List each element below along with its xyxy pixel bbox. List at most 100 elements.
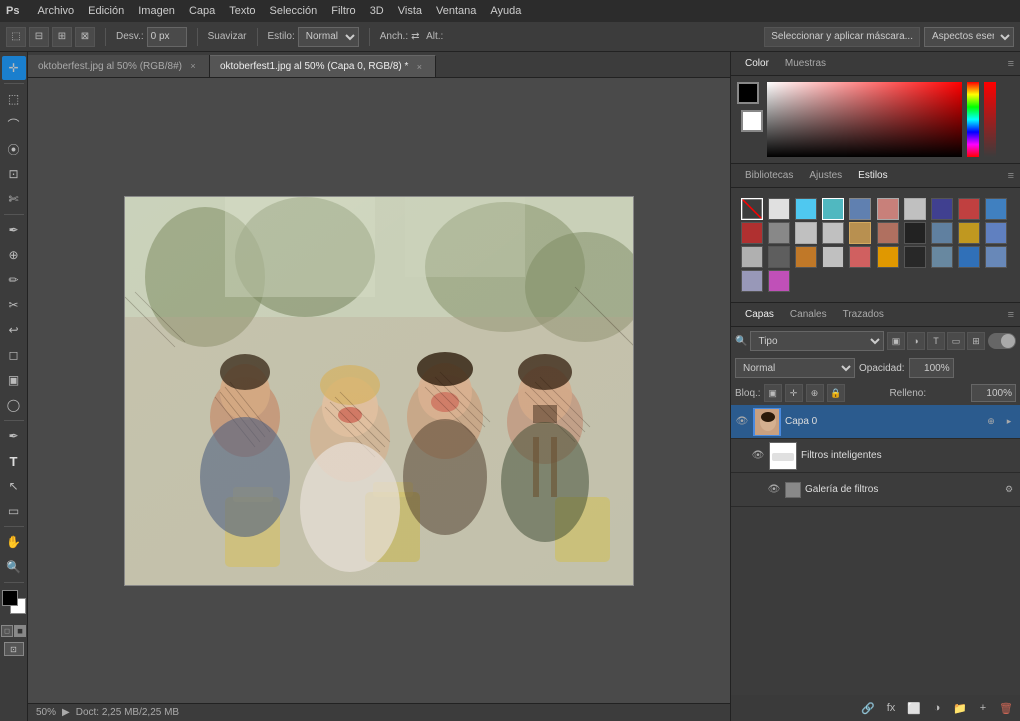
tool-shape[interactable]: ▭ [2,499,26,523]
menu-archivo[interactable]: Archivo [37,5,74,17]
tab-canales[interactable]: Canales [782,306,835,323]
layer-adj-btn[interactable]: ◑ [927,699,947,717]
filter-shape[interactable]: ▭ [947,332,965,350]
tool-history-brush[interactable]: ↩ [2,318,26,342]
menu-ventana[interactable]: Ventana [436,5,476,17]
tool-brush[interactable]: ✏ [2,268,26,292]
fg-color-swatch[interactable] [737,82,759,104]
desv-input[interactable] [147,27,187,47]
marquee-btn-3[interactable]: ⊞ [52,27,72,47]
style-swatch-16[interactable] [904,222,926,244]
tool-marquee-rect[interactable]: ⬚ [2,87,26,111]
tab-trazados[interactable]: Trazados [835,306,892,323]
layer-eye-capa0[interactable]: 👁 [735,415,749,429]
tool-slice[interactable]: ✄ [2,187,26,211]
tab-1-close[interactable]: × [187,60,199,72]
style-swatch-25[interactable] [877,246,899,268]
tab-color[interactable]: Color [737,55,777,72]
lock-move[interactable]: ✛ [785,384,803,402]
color-swatches[interactable] [2,590,26,618]
marquee-btn-1[interactable]: ⬚ [6,27,26,47]
swap-icon[interactable]: ⇄ [411,29,423,45]
style-swatch-24[interactable] [849,246,871,268]
layer-eye-filters[interactable]: 👁 [751,449,765,463]
layer-delete-btn[interactable]: 🗑 [996,699,1016,717]
styles-panel-menu[interactable]: ≡ [1008,170,1014,182]
filter-pixel[interactable]: ▣ [887,332,905,350]
style-swatch-18[interactable] [958,222,980,244]
style-swatch-26[interactable] [904,246,926,268]
gallery-settings[interactable]: ⚙ [1002,483,1016,497]
tool-gradient[interactable]: ▣ [2,368,26,392]
layer-eye-gallery[interactable]: 👁 [767,483,781,497]
fill-input[interactable] [971,384,1016,402]
tool-lasso[interactable]: ⌒ [2,112,26,136]
style-swatch-0[interactable] [741,198,763,220]
tab-ajustes[interactable]: Ajustes [801,167,850,184]
bg-color-swatch[interactable] [741,110,763,132]
tool-clone[interactable]: ✂ [2,293,26,317]
tab-2-close[interactable]: × [413,61,425,73]
marquee-btn-2[interactable]: ⊟ [29,27,49,47]
tool-move[interactable]: ✛ [2,56,26,80]
tool-zoom[interactable]: 🔍 [2,555,26,579]
lock-artboards[interactable]: ⊕ [806,384,824,402]
tool-path-select[interactable]: ↖ [2,474,26,498]
menu-edicion[interactable]: Edición [88,5,124,17]
marquee-btn-4[interactable]: ⊠ [75,27,95,47]
layer-new-btn[interactable]: + [973,699,993,717]
tool-dodge[interactable]: ◯ [2,393,26,417]
filter-adj[interactable]: ◑ [907,332,925,350]
blend-mode-select[interactable]: Normal [735,358,855,378]
foreground-color[interactable] [2,590,18,606]
style-swatch-13[interactable] [822,222,844,244]
layer-mask-btn[interactable]: ⬜ [904,699,924,717]
tool-text[interactable]: T [2,449,26,473]
style-swatch-22[interactable] [795,246,817,268]
tab-bibliotecas[interactable]: Bibliotecas [737,167,801,184]
tab-2[interactable]: oktoberfest1.jpg al 50% (Capa 0, RGB/8) … [210,55,436,77]
style-swatch-15[interactable] [877,222,899,244]
menu-3d[interactable]: 3D [370,5,384,17]
style-swatch-20[interactable] [741,246,763,268]
style-swatch-12[interactable] [795,222,817,244]
alpha-slider[interactable] [984,82,996,157]
layer-row-filters[interactable]: 👁 Filtros inteligentes [731,439,1020,473]
tool-eyedropper[interactable]: ✒ [2,218,26,242]
style-swatch-8[interactable] [958,198,980,220]
tab-capas[interactable]: Capas [737,306,782,323]
style-swatch-17[interactable] [931,222,953,244]
style-swatch-27[interactable] [931,246,953,268]
layer-expand[interactable]: ▸ [1002,415,1016,429]
canvas-content[interactable] [28,78,730,703]
tool-eraser[interactable]: ◻ [2,343,26,367]
style-swatch-7[interactable] [931,198,953,220]
menu-texto[interactable]: Texto [229,5,255,17]
style-swatch-28[interactable] [958,246,980,268]
menu-capa[interactable]: Capa [189,5,215,17]
style-swatch-4[interactable] [849,198,871,220]
style-swatch-31[interactable] [768,270,790,292]
tool-pen[interactable]: ✒ [2,424,26,448]
style-swatch-6[interactable] [904,198,926,220]
tool-quick-select[interactable]: ⦿ [2,137,26,161]
quick-mask-on[interactable]: ◼ [14,625,26,637]
layer-row-gallery[interactable]: 👁 Galería de filtros ⚙ [731,473,1020,507]
menu-vista[interactable]: Vista [398,5,422,17]
menu-filtro[interactable]: Filtro [331,5,355,17]
opacity-input[interactable] [909,358,954,378]
menu-seleccion[interactable]: Selección [270,5,318,17]
layer-link-btn[interactable]: 🔗 [858,699,878,717]
estilo-select[interactable]: Normal Fijo [298,27,359,47]
menu-imagen[interactable]: Imagen [138,5,175,17]
tool-spot-heal[interactable]: ⊕ [2,243,26,267]
style-swatch-19[interactable] [985,222,1007,244]
filter-type[interactable]: T [927,332,945,350]
tool-crop[interactable]: ⊡ [2,162,26,186]
style-swatch-5[interactable] [877,198,899,220]
style-swatch-29[interactable] [985,246,1007,268]
tab-muestras[interactable]: Muestras [777,55,834,72]
style-swatch-14[interactable] [849,222,871,244]
lock-all[interactable]: 🔒 [827,384,845,402]
filter-toggle[interactable] [988,333,1016,349]
